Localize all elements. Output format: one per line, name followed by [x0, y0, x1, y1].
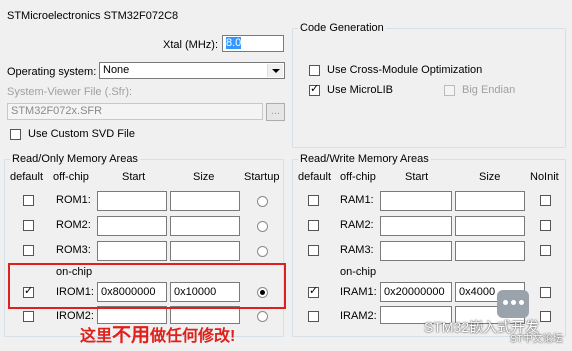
rom3-default-checkbox[interactable] [23, 245, 34, 256]
custom-svd-label: Use Custom SVD File [28, 128, 135, 140]
ram-area-title: Read/Write Memory Areas [298, 153, 431, 166]
iram2-default-checkbox[interactable] [308, 311, 319, 322]
ram3-noinit-checkbox[interactable] [540, 245, 551, 256]
microlib-label: Use MicroLIB [327, 84, 394, 96]
annotation-post: 做任何修改! [150, 328, 236, 345]
rom2-label: ROM2: [56, 219, 91, 231]
rom2-default-checkbox[interactable] [23, 220, 34, 231]
cross-module-checkbox[interactable] [309, 65, 320, 76]
ram-header-size: Size [479, 171, 501, 183]
sfr-browse-button: ... [266, 103, 285, 121]
device-name: STMicroelectronics STM32F072C8 [7, 10, 179, 22]
ram-header-default: default [298, 171, 332, 183]
watermark-sub: ST中文论坛 [510, 334, 563, 345]
rom3-start-input[interactable] [97, 241, 167, 261]
iram1-default-checkbox[interactable]: ✓ [308, 285, 319, 298]
microlib-checkbox[interactable]: ✓ [309, 83, 320, 96]
ram1-size-input[interactable] [455, 191, 525, 211]
os-label: Operating system: [7, 66, 97, 78]
rom2-start-input[interactable] [97, 216, 167, 236]
rom-header-size: Size [193, 171, 215, 183]
rom-header-offchip: off-chip [53, 171, 89, 183]
ram2-size-input[interactable] [455, 216, 525, 236]
custom-svd-checkbox[interactable] [10, 129, 21, 140]
ram1-start-input[interactable] [380, 191, 452, 211]
ram-header-noinit: NoInit [530, 171, 559, 183]
cross-module-label: Use Cross-Module Optimization [327, 64, 483, 76]
ram-header-offchip: off-chip [340, 171, 376, 183]
iram2-noinit-checkbox[interactable] [540, 311, 551, 322]
rom-header-start: Start [122, 171, 146, 183]
rom1-size-input[interactable] [170, 191, 240, 211]
iram1-noinit-checkbox[interactable] [540, 287, 551, 298]
highlight-box [8, 263, 286, 309]
ram3-size-input[interactable] [455, 241, 525, 261]
irom2-default-checkbox[interactable] [23, 311, 34, 322]
xtal-value: 8.0 [226, 37, 242, 49]
annotation-emph: 不用 [112, 325, 151, 346]
ram3-start-input[interactable] [380, 241, 452, 261]
sfr-label: System-Viewer File (.Sfr): [7, 86, 133, 98]
checkmark-icon: ✓ [310, 83, 320, 95]
rom3-label: ROM3: [56, 244, 91, 256]
ram-onchip-label: on-chip [340, 266, 377, 278]
rom3-startup-radio[interactable] [257, 246, 268, 257]
big-endian-checkbox [444, 85, 455, 96]
rom1-startup-radio[interactable] [257, 196, 268, 207]
ram-header-start: Start [405, 171, 429, 183]
checkmark-icon: ✓ [309, 285, 319, 297]
ram1-default-checkbox[interactable] [308, 195, 319, 206]
ram2-label: RAM2: [340, 219, 374, 231]
xtal-input[interactable]: 8.0 [222, 35, 284, 52]
os-select[interactable]: None [99, 62, 285, 79]
iram2-label: IRAM2: [340, 310, 377, 322]
ram2-start-input[interactable] [380, 216, 452, 236]
rom3-size-input[interactable] [170, 241, 240, 261]
ram3-label: RAM3: [340, 244, 374, 256]
big-endian-label: Big Endian [462, 84, 516, 96]
rom1-start-input[interactable] [97, 191, 167, 211]
rom-area-title: Read/Only Memory Areas [10, 153, 140, 166]
ram3-default-checkbox[interactable] [308, 245, 319, 256]
chat-bubble-icon [497, 290, 529, 318]
rom1-label: ROM1: [56, 194, 91, 206]
rom2-startup-radio[interactable] [257, 221, 268, 232]
iram1-label: IRAM1: [340, 286, 377, 298]
os-value: None [103, 64, 130, 76]
code-generation-title: Code Generation [298, 22, 386, 35]
ram2-default-checkbox[interactable] [308, 220, 319, 231]
annotation-pre: 这里 [80, 328, 113, 345]
sfr-value: STM32F072x.SFR [11, 105, 103, 117]
ram1-label: RAM1: [340, 194, 374, 206]
annotation-text: 这里不用做任何修改! [80, 325, 236, 346]
iram1-start-input[interactable]: 0x20000000 [380, 282, 452, 302]
rom2-size-input[interactable] [170, 216, 240, 236]
xtal-label: Xtal (MHz): [163, 39, 218, 51]
irom2-startup-radio[interactable] [257, 311, 268, 322]
ram2-noinit-checkbox[interactable] [540, 220, 551, 231]
irom2-label: IROM2: [56, 310, 94, 322]
ram1-noinit-checkbox[interactable] [540, 195, 551, 206]
sfr-input: STM32F072x.SFR [7, 103, 263, 120]
chevron-down-icon[interactable] [267, 64, 283, 77]
rom1-default-checkbox[interactable] [23, 195, 34, 206]
rom-header-startup: Startup [244, 171, 280, 183]
rom-header-default: default [10, 171, 44, 183]
